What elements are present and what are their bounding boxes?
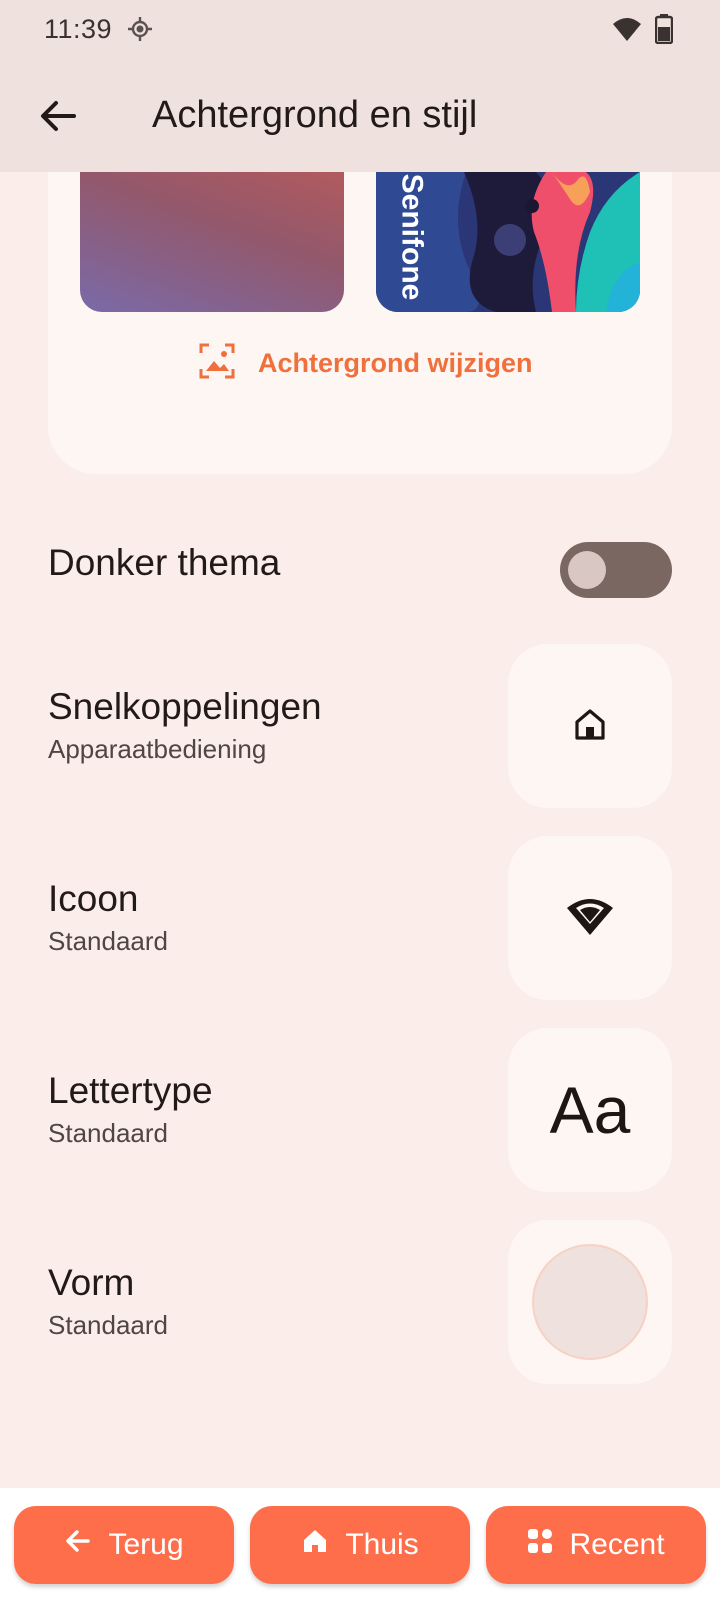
dark-theme-label: Donker thema bbox=[48, 542, 281, 583]
toggle-knob bbox=[568, 551, 606, 589]
status-bar: 11:39 bbox=[0, 0, 720, 60]
wifi-status-icon bbox=[612, 16, 642, 47]
home-icon bbox=[301, 1527, 329, 1563]
setting-icon[interactable]: Icoon Standaard bbox=[48, 836, 672, 1000]
change-wallpaper-label: Achtergrond wijzigen bbox=[258, 347, 533, 378]
change-wallpaper-button[interactable]: Achtergrond wijzigen bbox=[198, 340, 533, 386]
nav-recent-label: Recent bbox=[569, 1528, 665, 1561]
home-icon bbox=[573, 707, 607, 746]
home-screen-preview[interactable]: Senifone bbox=[376, 172, 640, 312]
battery-icon bbox=[654, 14, 674, 49]
nav-home-label: Thuis bbox=[345, 1528, 419, 1561]
wallpaper-image-icon bbox=[198, 342, 236, 385]
status-time: 11:39 bbox=[44, 14, 113, 44]
lock-screen-preview[interactable] bbox=[80, 172, 344, 312]
page-title: Achtergrond en stijl bbox=[152, 94, 478, 136]
content-area: Senifone Achtergrond wijzigen Donker the… bbox=[0, 172, 720, 1488]
bottom-nav-bar: Terug Thuis Recent bbox=[0, 1488, 720, 1600]
nav-back-button[interactable]: Terug bbox=[14, 1506, 234, 1584]
setting-font[interactable]: Lettertype Standaard Aa bbox=[48, 1028, 672, 1192]
font-sample-text: Aa bbox=[549, 1073, 631, 1147]
setting-title: Vorm bbox=[48, 1262, 135, 1303]
setting-subtitle: Standaard bbox=[48, 926, 168, 956]
nav-home-button[interactable]: Thuis bbox=[250, 1506, 470, 1584]
wifi-icon bbox=[565, 896, 615, 941]
setting-title: Lettertype bbox=[48, 1070, 213, 1111]
setting-subtitle: Standaard bbox=[48, 1118, 168, 1148]
shortcuts-preview-tile[interactable] bbox=[508, 644, 672, 808]
dark-theme-toggle[interactable] bbox=[560, 542, 672, 598]
location-icon bbox=[128, 17, 152, 46]
nav-back-label: Terug bbox=[108, 1528, 184, 1561]
dark-theme-row: Donker thema bbox=[48, 542, 672, 602]
arrow-left-icon bbox=[64, 1527, 92, 1563]
setting-shape[interactable]: Vorm Standaard bbox=[48, 1220, 672, 1384]
setting-title: Snelkoppelingen bbox=[48, 686, 322, 727]
back-arrow-icon[interactable] bbox=[34, 92, 82, 140]
wallpaper-card: Senifone Achtergrond wijzigen bbox=[48, 172, 672, 474]
shape-preview-tile[interactable] bbox=[508, 1220, 672, 1384]
home-preview-brand-text: Senifone bbox=[395, 173, 429, 301]
font-preview-tile[interactable]: Aa bbox=[508, 1028, 672, 1192]
nav-recent-button[interactable]: Recent bbox=[486, 1506, 706, 1584]
app-bar: Achtergrond en stijl bbox=[0, 60, 720, 172]
circle-shape-preview bbox=[532, 1244, 648, 1360]
apps-grid-icon bbox=[527, 1528, 553, 1562]
icon-preview-tile[interactable] bbox=[508, 836, 672, 1000]
setting-subtitle: Apparaatbediening bbox=[48, 734, 267, 764]
setting-title: Icoon bbox=[48, 878, 139, 919]
setting-shortcuts[interactable]: Snelkoppelingen Apparaatbediening bbox=[48, 644, 672, 808]
setting-subtitle: Standaard bbox=[48, 1310, 168, 1340]
